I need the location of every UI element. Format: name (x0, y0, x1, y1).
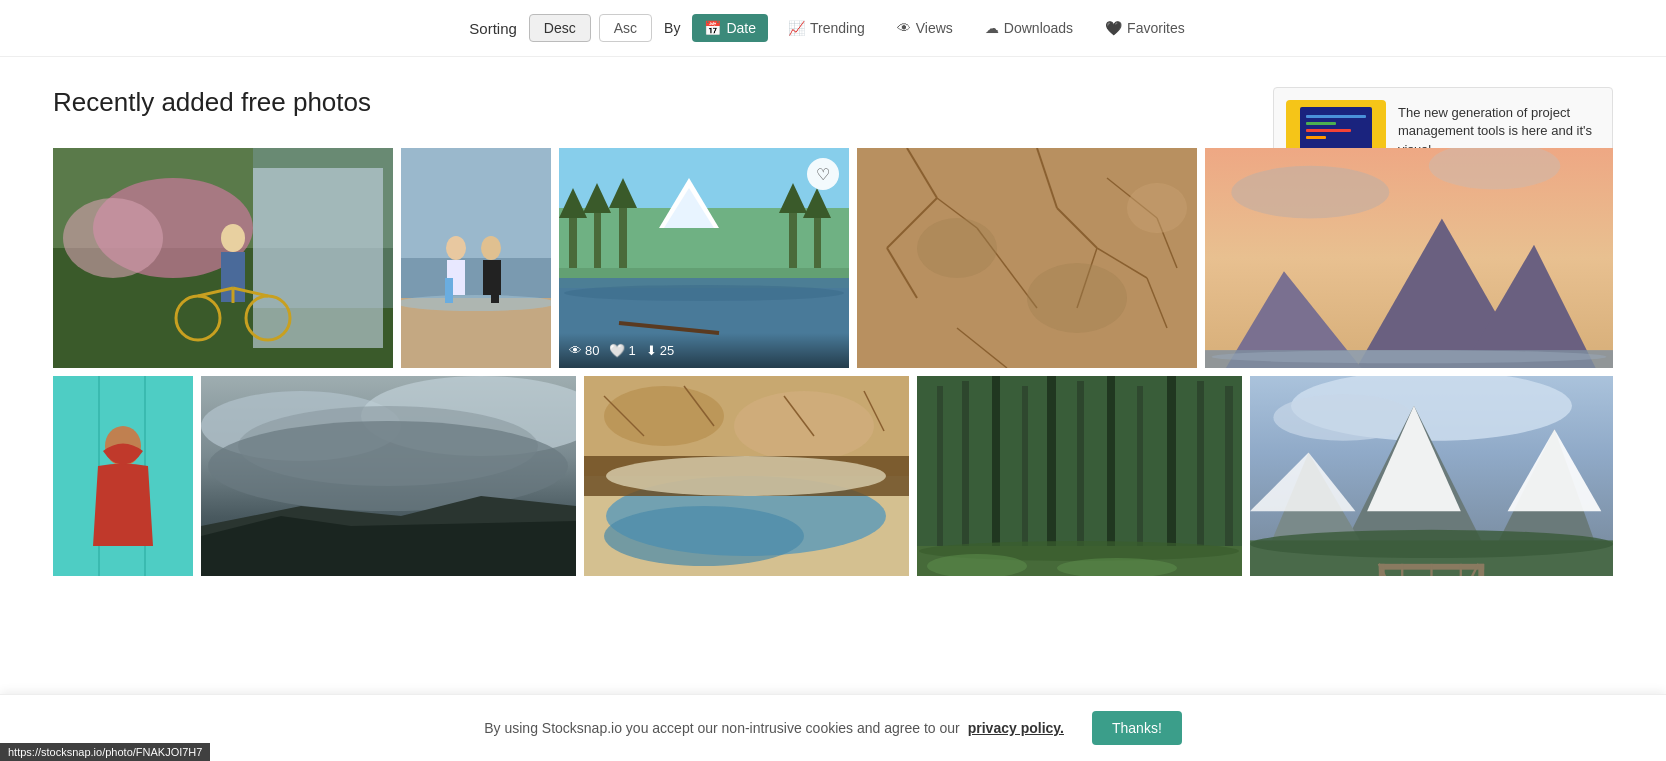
sort-date-button[interactable]: 📅 Date (692, 14, 768, 42)
photo-row-1: ♡ 👁 80 🤍 1 ⬇ 25 (53, 148, 1613, 368)
heart-icon: 🤍 (609, 343, 625, 358)
views-stat: 👁 80 (569, 343, 599, 358)
sorting-label: Sorting (469, 20, 517, 37)
svg-rect-105 (917, 376, 1242, 576)
svg-point-59 (1127, 183, 1187, 233)
svg-rect-3 (253, 168, 383, 348)
photo-item[interactable] (401, 148, 551, 368)
svg-point-76 (208, 421, 568, 511)
by-label: By (664, 20, 680, 36)
svg-point-58 (1027, 263, 1127, 333)
svg-point-6 (221, 224, 245, 252)
calendar-icon: 📅 (704, 20, 721, 36)
svg-rect-121 (1478, 564, 1484, 576)
photo-item[interactable] (53, 376, 193, 576)
svg-point-20 (481, 236, 501, 260)
sort-favorites-button[interactable]: 🖤 Favorites (1093, 14, 1197, 42)
favorite-button[interactable]: ♡ (807, 158, 839, 190)
svg-point-110 (1273, 394, 1414, 441)
svg-point-39 (564, 285, 844, 301)
svg-rect-42 (857, 148, 1197, 368)
photo-row-2 (53, 376, 1613, 576)
photo-item[interactable]: ♡ 👁 80 🤍 1 ⬇ 25 (559, 148, 849, 368)
trending-icon: 📈 (788, 20, 805, 36)
svg-rect-32 (619, 198, 627, 268)
photo-item[interactable] (917, 376, 1242, 576)
sorting-bar: Sorting Desc Asc By 📅 Date 📈 Trending 👁 … (0, 0, 1666, 57)
svg-point-118 (1250, 530, 1613, 558)
photo-item[interactable] (53, 148, 393, 368)
cloud-icon: ☁ (985, 20, 999, 36)
svg-point-86 (606, 456, 886, 496)
eye-icon: 👁 (569, 343, 582, 358)
svg-point-16 (401, 295, 551, 311)
eye-icon: 👁 (897, 20, 911, 36)
download-icon: ⬇ (646, 343, 657, 358)
photo-item[interactable] (584, 376, 909, 576)
svg-point-17 (446, 236, 466, 260)
downloads-stat: ⬇ 25 (646, 343, 674, 358)
asc-button[interactable]: Asc (599, 14, 652, 42)
sort-downloads-button[interactable]: ☁ Downloads (973, 14, 1085, 42)
main-content: Recently added free photos monday.com Th… (33, 57, 1633, 596)
photo-stats: 👁 80 🤍 1 ⬇ 25 (559, 333, 849, 368)
svg-point-5 (63, 198, 163, 278)
svg-point-67 (1212, 350, 1607, 363)
photo-item[interactable] (1205, 148, 1613, 368)
sort-views-button[interactable]: 👁 Views (885, 14, 965, 42)
desc-button[interactable]: Desc (529, 14, 591, 42)
heart-icon: 🖤 (1105, 20, 1122, 36)
photo-item[interactable] (857, 148, 1197, 368)
svg-point-81 (604, 506, 804, 566)
sort-trending-button[interactable]: 📈 Trending (776, 14, 877, 42)
svg-rect-19 (445, 278, 453, 303)
svg-rect-22 (491, 278, 499, 303)
svg-point-57 (917, 218, 997, 278)
favorites-stat: 🤍 1 (609, 343, 635, 358)
photo-item[interactable] (1250, 376, 1613, 576)
svg-point-84 (734, 391, 874, 461)
photo-item[interactable] (201, 376, 576, 576)
svg-point-61 (1231, 166, 1389, 219)
